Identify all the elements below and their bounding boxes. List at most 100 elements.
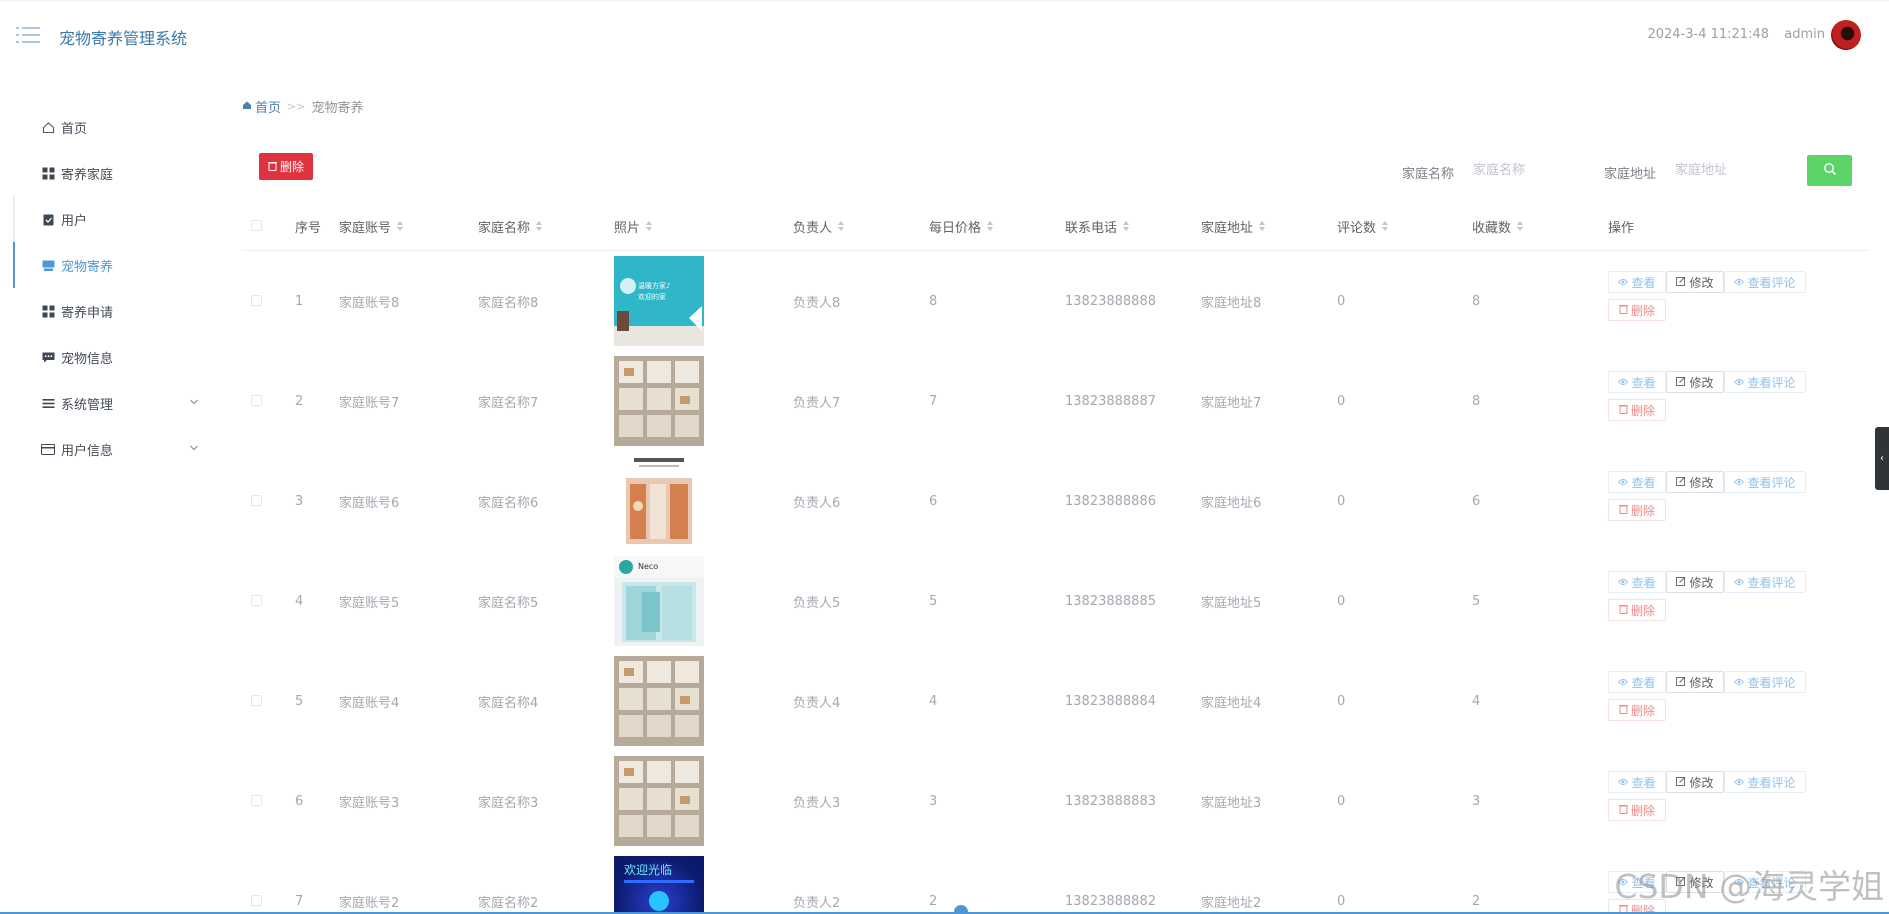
family-name-label: 家庭名称	[1402, 167, 1455, 182]
cell-address: 家庭地址2	[1201, 895, 1262, 911]
view-button[interactable]: 查看	[1608, 671, 1666, 693]
sort-icon[interactable]	[1382, 221, 1389, 231]
message-icon	[41, 350, 55, 364]
sort-icon[interactable]	[536, 221, 543, 231]
sort-icon[interactable]	[1123, 221, 1130, 231]
view-comments-button[interactable]: 查看评论	[1724, 471, 1806, 493]
column-header-name[interactable]: 家庭名称	[478, 201, 543, 251]
family-address-label: 家庭地址	[1604, 167, 1657, 182]
sidebar-item-foster-application[interactable]: 寄养申请	[0, 288, 215, 334]
cell-owner: 负责人3	[793, 795, 841, 811]
view-button[interactable]: 查看	[1608, 371, 1666, 393]
chevron-down-icon[interactable]	[189, 442, 199, 452]
family-address-input[interactable]	[1675, 158, 1785, 182]
edit-button[interactable]: 修改	[1666, 371, 1724, 393]
view-comments-button[interactable]: 查看评论	[1724, 571, 1806, 593]
delete-button[interactable]: 删除	[1608, 299, 1666, 321]
edit-button[interactable]: 修改	[1666, 671, 1724, 693]
column-header-no: 序号	[295, 220, 322, 236]
view-button[interactable]: 查看	[1608, 471, 1666, 493]
cell-favorites: 4	[1472, 693, 1481, 709]
cell-phone: 13823888882	[1065, 893, 1156, 909]
scroll-indicator[interactable]	[954, 905, 968, 914]
clipboard-icon	[41, 212, 55, 226]
cell-photo[interactable]: Neco	[614, 556, 704, 646]
cell-phone: 13823888885	[1065, 593, 1156, 609]
column-header-account[interactable]: 家庭账号	[339, 201, 404, 251]
edit-button[interactable]: 修改	[1666, 471, 1724, 493]
search-button[interactable]	[1807, 155, 1852, 186]
sidebar-item-system-management[interactable]: 系统管理	[0, 380, 215, 426]
cell-favorites: 8	[1472, 393, 1481, 409]
table-header: 序号 家庭账号 家庭名称 照片 负责人 每日价格 联系电话 家庭地址 评论数 收…	[242, 201, 1869, 251]
delete-button[interactable]: 删除	[1608, 799, 1666, 821]
row-checkbox[interactable]	[251, 395, 262, 406]
view-button[interactable]: 查看	[1608, 771, 1666, 793]
edit-icon	[1676, 675, 1686, 689]
eye-icon	[1734, 275, 1745, 289]
column-header-photo[interactable]: 照片	[614, 201, 653, 251]
row-checkbox[interactable]	[251, 295, 262, 306]
cell-photo[interactable]	[614, 656, 704, 746]
delete-button[interactable]: 删除	[1608, 599, 1666, 621]
cell-photo[interactable]	[614, 456, 704, 546]
cell-comments: 0	[1337, 693, 1346, 709]
sort-icon[interactable]	[1517, 221, 1524, 231]
sidebar-item-users[interactable]: 用户	[0, 196, 215, 242]
table-row: 4 家庭账号5 家庭名称5 Neco 负责人5 5 13823888885 家庭…	[242, 551, 1869, 651]
cell-name: 家庭名称8	[478, 295, 539, 311]
side-panel-handle[interactable]: ‹	[1875, 427, 1889, 490]
menu-toggle-icon[interactable]	[16, 25, 40, 45]
column-header-phone[interactable]: 联系电话	[1065, 201, 1130, 251]
delete-button[interactable]: 删除	[1608, 499, 1666, 521]
select-all-checkbox[interactable]	[251, 220, 262, 231]
view-comments-button[interactable]: 查看评论	[1724, 271, 1806, 293]
column-header-price[interactable]: 每日价格	[929, 201, 994, 251]
view-comments-button[interactable]: 查看评论	[1724, 771, 1806, 793]
row-checkbox[interactable]	[251, 595, 262, 606]
column-header-favorites[interactable]: 收藏数	[1472, 201, 1524, 251]
cell-photo[interactable]: 温暖方家♪ 欢迎的家	[614, 256, 704, 346]
family-name-input[interactable]	[1473, 158, 1583, 182]
cell-photo[interactable]: 欢迎光临	[614, 856, 704, 914]
delete-button[interactable]: 删除	[1608, 399, 1666, 421]
breadcrumb-home-link[interactable]: 首页	[255, 97, 281, 116]
sidebar-item-home[interactable]: 首页	[0, 104, 215, 150]
view-comments-button[interactable]: 查看评论	[1724, 671, 1806, 693]
sort-icon[interactable]	[397, 221, 404, 231]
username[interactable]: admin	[1784, 27, 1825, 42]
sidebar-item-pet-foster[interactable]: 宠物寄养	[0, 242, 215, 288]
eye-icon	[1734, 775, 1745, 789]
sidebar-item-pet-info[interactable]: 宠物信息	[0, 334, 215, 380]
table-row: 2 家庭账号7 家庭名称7 负责人7 7 13823888887 家庭地址7 0…	[242, 351, 1869, 451]
avatar[interactable]	[1831, 20, 1861, 50]
row-checkbox[interactable]	[251, 895, 262, 906]
sort-icon[interactable]	[646, 221, 653, 231]
row-checkbox[interactable]	[251, 495, 262, 506]
column-header-comments[interactable]: 评论数	[1337, 201, 1389, 251]
view-button[interactable]: 查看	[1608, 571, 1666, 593]
app-title: 宠物寄养管理系统	[59, 29, 188, 48]
sort-icon[interactable]	[1259, 221, 1266, 231]
edit-button[interactable]: 修改	[1666, 571, 1724, 593]
row-checkbox[interactable]	[251, 795, 262, 806]
sort-icon[interactable]	[838, 221, 845, 231]
sidebar-item-foster-family[interactable]: 寄养家庭	[0, 150, 215, 196]
grid-icon	[41, 304, 55, 318]
cell-photo[interactable]	[614, 356, 704, 446]
batch-delete-button[interactable]: 删除	[259, 153, 313, 180]
sidebar-item-user-info[interactable]: 用户信息	[0, 426, 215, 472]
sort-icon[interactable]	[987, 221, 994, 231]
edit-button[interactable]: 修改	[1666, 771, 1724, 793]
delete-button[interactable]: 删除	[1608, 699, 1666, 721]
column-header-owner[interactable]: 负责人	[793, 201, 845, 251]
column-header-address[interactable]: 家庭地址	[1201, 201, 1266, 251]
data-table: 序号 家庭账号 家庭名称 照片 负责人 每日价格 联系电话 家庭地址 评论数 收…	[242, 201, 1869, 914]
chevron-down-icon[interactable]	[189, 396, 199, 406]
edit-button[interactable]: 修改	[1666, 271, 1724, 293]
cell-photo[interactable]	[614, 756, 704, 846]
view-comments-button[interactable]: 查看评论	[1724, 371, 1806, 393]
cell-account: 家庭账号7	[339, 395, 400, 411]
row-checkbox[interactable]	[251, 695, 262, 706]
view-button[interactable]: 查看	[1608, 271, 1666, 293]
